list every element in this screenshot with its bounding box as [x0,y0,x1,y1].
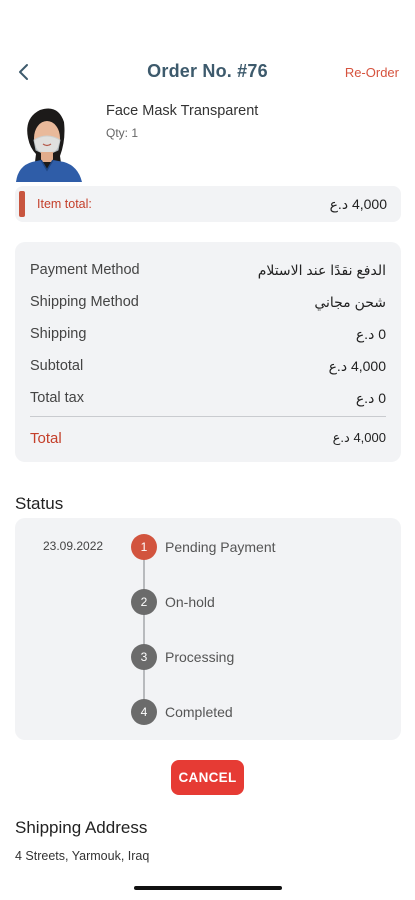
summary-key: Shipping Method [30,294,139,310]
status-step-pending-payment: 23.09.2022 1 Pending Payment [15,534,401,560]
summary-row-shipping: Shipping 0 د.ع [30,322,386,346]
summary-row-total: Total 4,000 د.ع [30,426,386,450]
summary-key: Shipping [30,326,87,342]
status-step-processing: 3 Processing [15,644,401,670]
order-summary-card: Payment Method الدفع نقدًا عند الاستلام … [15,242,401,462]
summary-value: الدفع نقدًا عند الاستلام [257,262,386,278]
status-step-completed: 4 Completed [15,699,401,725]
timeline-line [143,546,145,712]
shipping-address-heading: Shipping Address [15,818,148,837]
status-heading: Status [15,494,64,513]
step-name: On-hold [165,594,215,610]
step-number-badge: 4 [131,699,157,725]
step-name: Processing [165,649,235,665]
product-qty: Qty: 1 [106,126,139,140]
item-total-card: Item total: 4,000 د.ع [15,186,401,222]
step-name: Pending Payment [165,539,276,555]
summary-key: Payment Method [30,262,140,278]
item-total-value: 4,000 د.ع [329,196,387,212]
step-name: Completed [165,704,233,720]
step-number-badge: 1 [131,534,157,560]
step-date: 23.09.2022 [43,539,104,553]
product-name: Face Mask Transparent [106,103,259,119]
reorder-button[interactable]: Re-Order [345,65,399,80]
summary-row-payment-method: Payment Method الدفع نقدًا عند الاستلام [30,258,386,282]
total-value: 4,000 د.ع [332,430,386,445]
total-key: Total [30,430,62,447]
summary-value: 0 د.ع [355,390,386,406]
accent-bar [19,191,25,217]
summary-row-subtotal: Subtotal 4,000 د.ع [30,354,386,378]
divider [30,416,386,417]
summary-row-shipping-method: Shipping Method شحن مجاني [30,290,386,314]
home-indicator[interactable] [134,886,282,890]
step-number-badge: 2 [131,589,157,615]
product-image [16,108,82,182]
step-number-badge: 3 [131,644,157,670]
status-timeline: 23.09.2022 1 Pending Payment 2 On-hold 3… [15,518,401,740]
summary-value: شحن مجاني [314,294,386,310]
summary-row-total-tax: Total tax 0 د.ع [30,386,386,410]
summary-key: Subtotal [30,358,84,374]
header: Order No. #76 Re-Order [0,50,415,94]
summary-value: 0 د.ع [355,326,386,342]
item-total-label: Item total: [37,197,92,211]
shipping-address-text: 4 Streets, Yarmouk, Iraq [15,849,150,863]
summary-key: Total tax [30,390,84,406]
status-step-on-hold: 2 On-hold [15,589,401,615]
product-item[interactable]: Face Mask Transparent Qty: 1 [14,100,404,184]
summary-value: 4,000 د.ع [328,358,386,374]
cancel-order-button[interactable]: CANCEL [171,760,244,795]
